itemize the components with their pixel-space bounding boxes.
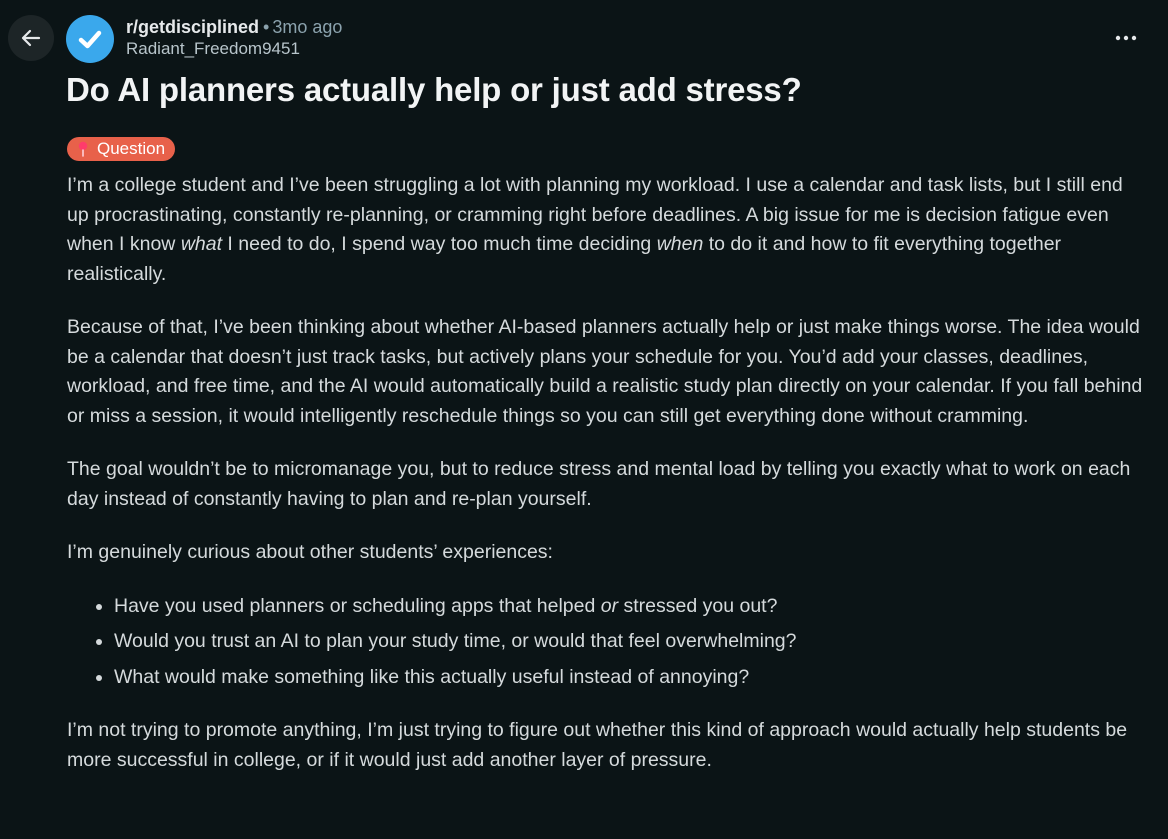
post-paragraph-5: I’m not trying to promote anything, I’m …: [67, 719, 1128, 771]
question-list: Have you used planners or scheduling app…: [67, 592, 1149, 693]
more-horizontal-icon: [1115, 35, 1137, 41]
post-time: 3mo ago: [272, 17, 343, 37]
text-span: I need to do, I spend way too much time …: [222, 233, 657, 255]
post-title: Do AI planners actually help or just add…: [66, 71, 802, 108]
back-button[interactable]: [8, 15, 54, 61]
post-body: I’m a college student and I’ve been stru…: [67, 171, 1149, 799]
list-item: Have you used planners or scheduling app…: [114, 592, 1149, 622]
post-paragraph-3: The goal wouldn’t be to micromanage you,…: [67, 458, 1131, 510]
text-span: stressed you out?: [618, 594, 778, 617]
arrow-left-icon: [19, 26, 43, 50]
post-meta: r/getdisciplined • 3mo ago Radiant_Freedom…: [126, 16, 342, 60]
emphasis-text: or: [600, 594, 619, 617]
emphasis-text: what: [180, 233, 223, 255]
post-page: r/getdisciplined • 3mo ago Radiant_Freedom…: [0, 0, 1168, 839]
list-item: Would you trust an AI to plan your study…: [114, 627, 1149, 657]
text-span: Have you used planners or scheduling app…: [114, 594, 601, 617]
checkmark-icon: [75, 24, 105, 54]
post-paragraph-1: I’m a college student and I’ve been stru…: [67, 171, 1149, 289]
emphasis-text: when: [656, 233, 704, 255]
list-item: What would make something like this actu…: [114, 663, 1149, 693]
post-paragraph-4: I’m genuinely curious about other studen…: [67, 541, 553, 563]
avatar[interactable]: [66, 15, 114, 63]
meta-line: r/getdisciplined • 3mo ago: [126, 16, 342, 38]
post-paragraph-2: Because of that, I’ve been thinking abou…: [67, 316, 1143, 427]
more-options-button[interactable]: [1104, 22, 1148, 54]
meta-separator: •: [263, 17, 270, 37]
author-link[interactable]: Radiant_Freedom9451: [126, 38, 342, 60]
flair-label: Question: [97, 139, 166, 158]
pin-icon: [77, 141, 89, 157]
subreddit-link[interactable]: r/getdisciplined: [126, 17, 259, 37]
flair-badge[interactable]: Question: [67, 137, 176, 161]
